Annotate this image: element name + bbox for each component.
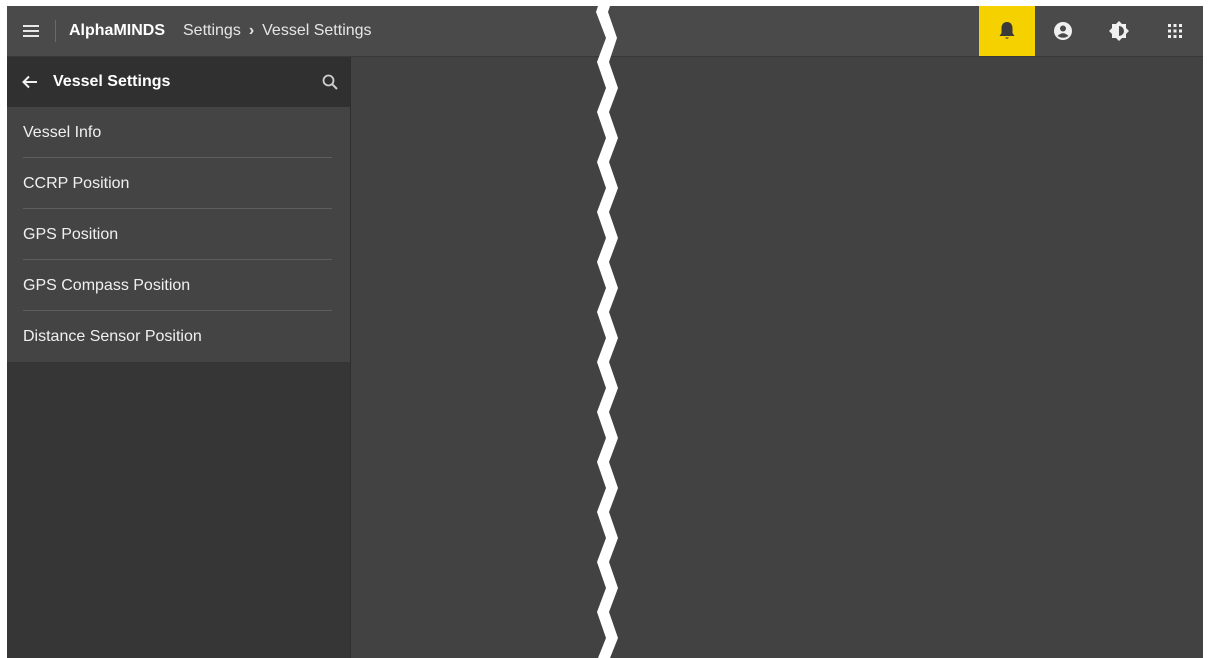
zigzag-break: [596, 0, 618, 658]
screenshot-break-line: [596, 0, 618, 658]
